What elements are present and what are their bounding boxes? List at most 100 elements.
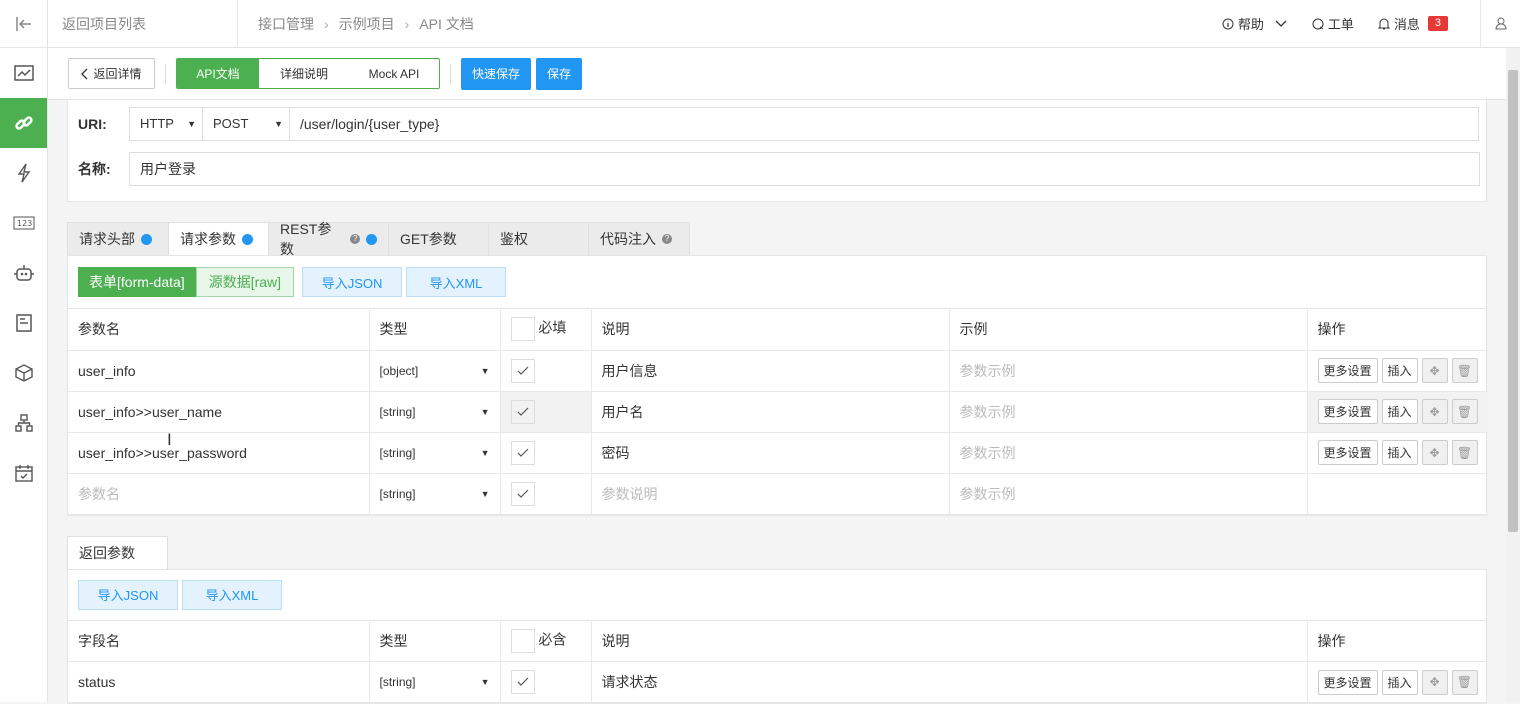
sidebar-item-calendar[interactable] [0, 448, 47, 498]
back-to-project-list-link[interactable]: 返回项目列表 [48, 0, 238, 48]
field-type-select[interactable]: [string]▼ [369, 662, 500, 703]
lightning-icon [16, 163, 32, 183]
protocol-select[interactable]: HTTP▼ [129, 107, 203, 141]
tab-auth[interactable]: 鉴权 [488, 222, 589, 255]
tab-label: 请求头部 [79, 229, 135, 249]
param-type-select[interactable]: [string]▼ [369, 432, 500, 473]
insert-button[interactable]: 插入 [1382, 670, 1418, 695]
tab-label: 请求参数 [180, 229, 236, 249]
tab-code-injection[interactable]: 代码注入? [588, 222, 690, 255]
chevron-left-icon [81, 68, 89, 80]
form-data-button[interactable]: 表单[form-data] [78, 267, 196, 297]
help-menu[interactable]: 帮助 [1210, 14, 1300, 33]
move-icon[interactable]: ✥ [1422, 399, 1448, 424]
name-input[interactable]: 用户登录 [129, 152, 1480, 186]
param-type-select[interactable]: [string]▼ [369, 473, 500, 514]
sidebar-item-automation[interactable] [0, 148, 47, 198]
import-json-button[interactable]: 导入JSON [78, 580, 178, 610]
param-example-cell[interactable]: 参数示例 [949, 350, 1307, 391]
method-select[interactable]: POST▼ [202, 107, 290, 141]
trash-icon[interactable]: 🗑 [1452, 358, 1478, 383]
cube-icon [15, 364, 33, 382]
sidebar-item-docs[interactable] [0, 298, 47, 348]
breadcrumb-item[interactable]: 示例项目 [339, 14, 395, 34]
param-name-cell[interactable]: user_info [68, 350, 369, 391]
ops-cell [1307, 473, 1488, 514]
name-row: 名称: 用户登录 [68, 146, 1486, 191]
more-settings-button[interactable]: 更多设置 [1318, 399, 1378, 424]
tab-details[interactable]: 详细说明 [259, 59, 349, 88]
collapse-sidebar-button[interactable] [0, 0, 47, 48]
divider [450, 64, 451, 84]
required-checkbox[interactable] [511, 359, 535, 383]
column-header: 类型 [369, 309, 500, 350]
more-settings-button[interactable]: 更多设置 [1318, 358, 1378, 383]
tab-label: REST参数 [280, 219, 344, 259]
ticket-button[interactable]: 工单 [1300, 14, 1366, 33]
insert-button[interactable]: 插入 [1382, 358, 1418, 383]
help-label: 帮助 [1238, 14, 1264, 33]
required-checkbox[interactable] [511, 400, 535, 424]
quick-save-button[interactable]: 快速保存 [461, 58, 531, 90]
field-desc-cell[interactable]: 请求状态 [591, 662, 1307, 703]
tab-rest-params[interactable]: REST参数? [268, 222, 389, 255]
param-desc-cell[interactable]: 用户信息 [591, 350, 949, 391]
import-json-button[interactable]: 导入JSON [302, 267, 402, 297]
sidebar-item-codes[interactable]: 123 [0, 198, 47, 248]
messages-button[interactable]: 消息 3 [1366, 14, 1460, 33]
trash-icon[interactable]: 🗑 [1452, 670, 1478, 695]
check-icon [517, 407, 529, 417]
tab-api-doc[interactable]: API文档 [177, 59, 259, 88]
tab-mock-api[interactable]: Mock API [349, 59, 439, 88]
name-label: 名称: [78, 159, 129, 179]
sidebar-item-api[interactable] [0, 98, 47, 148]
tab-get-params[interactable]: GET参数 [388, 222, 489, 255]
sidebar-item-structure[interactable] [0, 398, 47, 448]
trash-icon[interactable]: 🗑 [1452, 440, 1478, 465]
sidebar-item-dashboard[interactable] [0, 48, 47, 98]
field-name-cell[interactable]: status [68, 662, 369, 703]
check-icon [517, 366, 529, 376]
insert-button[interactable]: 插入 [1382, 399, 1418, 424]
param-name-cell[interactable]: user_info>>user_name [68, 391, 369, 432]
more-settings-button[interactable]: 更多设置 [1318, 440, 1378, 465]
tab-request-params[interactable]: 请求参数 [168, 222, 269, 255]
select-all-checkbox[interactable] [511, 317, 535, 341]
uri-input[interactable]: /user/login/{user_type} [289, 107, 1479, 141]
sidebar-item-model[interactable] [0, 348, 47, 398]
param-example-cell[interactable]: 参数示例 [949, 432, 1307, 473]
param-name-input[interactable]: 参数名 [68, 473, 369, 514]
sidebar-item-robot[interactable] [0, 248, 47, 298]
param-type-select[interactable]: [object]▼ [369, 350, 500, 391]
more-settings-button[interactable]: 更多设置 [1318, 670, 1378, 695]
required-checkbox[interactable] [511, 670, 535, 694]
scrollbar-thumb[interactable] [1508, 70, 1518, 532]
param-name-cell[interactable]: user_info>>user_password [68, 432, 369, 473]
insert-button[interactable]: 插入 [1382, 440, 1418, 465]
user-menu-button[interactable] [1480, 0, 1520, 48]
move-icon[interactable]: ✥ [1422, 670, 1448, 695]
page-scrollbar[interactable] [1506, 48, 1520, 702]
import-xml-button[interactable]: 导入XML [406, 267, 506, 297]
param-type-select[interactable]: [string]▼ [369, 391, 500, 432]
tab-request-headers[interactable]: 请求头部 [67, 222, 169, 255]
back-to-details-button[interactable]: 返回详情 [68, 58, 155, 89]
param-desc-input[interactable]: 参数说明 [591, 473, 949, 514]
raw-data-button[interactable]: 源数据[raw] [196, 267, 294, 297]
tab-response-params[interactable]: 返回参数 [67, 536, 168, 569]
select-all-checkbox[interactable] [511, 629, 535, 653]
move-icon[interactable]: ✥ [1422, 358, 1448, 383]
trash-icon[interactable]: 🗑 [1452, 399, 1478, 424]
param-example-input[interactable]: 参数示例 [949, 473, 1307, 514]
breadcrumb-item[interactable]: 接口管理 [258, 14, 314, 34]
param-desc-cell[interactable]: 用户名 [591, 391, 949, 432]
response-params-panel: 导入JSON 导入XML 字段名 类型 必含 说明 操作 status [str… [67, 569, 1487, 704]
uri-label: URI: [78, 116, 129, 132]
required-checkbox[interactable] [511, 482, 535, 506]
param-desc-cell[interactable]: 密码 [591, 432, 949, 473]
import-xml-button[interactable]: 导入XML [182, 580, 282, 610]
required-checkbox[interactable] [511, 441, 535, 465]
move-icon[interactable]: ✥ [1422, 440, 1448, 465]
save-button[interactable]: 保存 [536, 58, 582, 90]
param-example-cell[interactable]: 参数示例 [949, 391, 1307, 432]
